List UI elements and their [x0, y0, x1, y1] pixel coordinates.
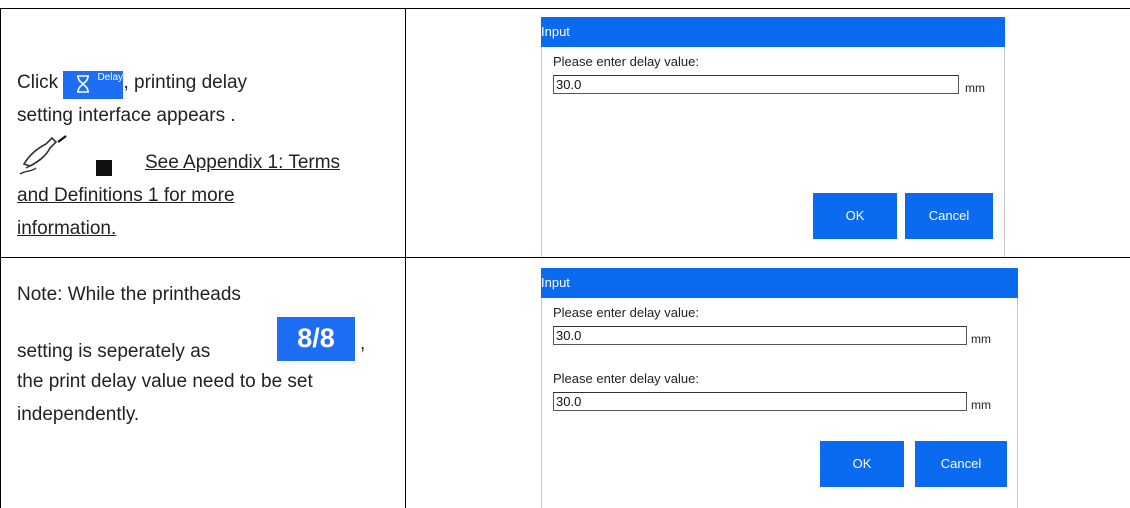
- row1-line1: Click Delay , printing delay: [17, 66, 397, 99]
- delay-value-input-2[interactable]: [553, 392, 967, 411]
- appendix-link-line1[interactable]: See Appendix 1: Terms: [145, 152, 340, 173]
- click-word: Click: [17, 72, 59, 93]
- input-dialog-1: Input Please enter delay value: mm OK Ca…: [541, 17, 1005, 257]
- row1-after-icon: , printing delay: [123, 72, 248, 93]
- row2-line4: independently.: [17, 404, 140, 425]
- dialog-edge-left: [541, 298, 542, 508]
- dialog-edge-right: [1004, 47, 1005, 257]
- delay-prompt: Please enter delay value:: [553, 54, 699, 69]
- hourglass-icon: [77, 75, 90, 93]
- appendix-link-line2[interactable]: and Definitions 1 for more: [17, 179, 397, 212]
- row2-line2-prefix: setting is seperately as: [17, 341, 211, 362]
- delay-unit-1: mm: [971, 332, 991, 346]
- row2-line2: setting is seperately as 8/8 ,: [17, 317, 401, 365]
- dialog-edge-left: [541, 47, 542, 257]
- dialog-title: Input: [541, 17, 1005, 47]
- dialog-edge-right: [1017, 298, 1018, 508]
- printheads-icon: 8/8: [277, 317, 355, 361]
- row1-line2: setting interface appears .: [17, 105, 236, 126]
- delay-unit: mm: [965, 81, 985, 95]
- dialog-title: Input: [541, 268, 1018, 298]
- appendix-line1[interactable]: See Appendix 1: Terms: [17, 146, 397, 179]
- delay-value-input[interactable]: [553, 75, 959, 94]
- row2-note: Note: While the printheads setting is se…: [17, 278, 401, 431]
- appendix-link-line3[interactable]: information.: [17, 212, 397, 245]
- ok-button[interactable]: OK: [813, 193, 897, 239]
- row2-line1: Note: While the printheads: [17, 284, 241, 305]
- delay-prompt-2: Please enter delay value:: [553, 371, 699, 386]
- delay-prompt-1: Please enter delay value:: [553, 305, 699, 320]
- input-dialog-2: Input Please enter delay value: mm Pleas…: [541, 268, 1018, 508]
- row1-see-appendix: See Appendix 1: Terms and Definitions 1 …: [17, 146, 397, 245]
- table-border-top: [0, 8, 1130, 9]
- row2-line2-suffix: ,: [360, 333, 366, 354]
- ok-button[interactable]: OK: [820, 441, 904, 487]
- table-column-divider: [405, 8, 406, 508]
- row1-instruction: Click Delay , printing delay setting int…: [17, 66, 397, 132]
- cancel-button[interactable]: Cancel: [905, 193, 993, 239]
- table-row-divider: [0, 257, 1130, 258]
- delay-value-input-1[interactable]: [553, 326, 967, 345]
- row2-line3: the print delay value need to be set: [17, 371, 313, 392]
- delay-unit-2: mm: [971, 398, 991, 412]
- table-border-left: [0, 8, 1, 508]
- delay-button-chip: Delay: [63, 71, 124, 99]
- delay-icon-label: Delay: [97, 72, 124, 83]
- cancel-button[interactable]: Cancel: [915, 441, 1007, 487]
